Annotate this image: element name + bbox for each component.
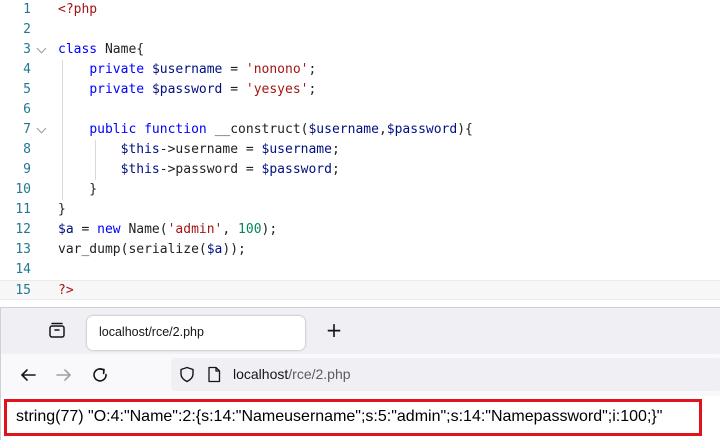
code-line[interactable]: 7 public function __construct($username,… bbox=[0, 120, 720, 140]
code-text: } bbox=[58, 202, 66, 217]
line-number: 2 bbox=[23, 22, 31, 37]
code-line[interactable]: 10 } bbox=[0, 180, 720, 200]
url-path: /rce/2.php bbox=[288, 366, 351, 382]
back-arrow-icon bbox=[21, 369, 36, 381]
tab-bar: localhost/rce/2.php + bbox=[1, 308, 720, 354]
var-dump-output: string(77) "O:4:"Name":2:{s:14:"Nameuser… bbox=[16, 408, 663, 425]
browser-window: localhost/rce/2.php + localhost/rce/2.ph… bbox=[0, 307, 720, 441]
code-line[interactable]: 4 private $username = 'nonono'; bbox=[0, 60, 720, 80]
code-line[interactable]: 14 bbox=[0, 260, 720, 280]
line-number: 4 bbox=[23, 62, 31, 77]
line-number: 8 bbox=[23, 142, 31, 157]
fold-chevron-icon[interactable] bbox=[36, 123, 47, 134]
line-number: 1 bbox=[23, 2, 31, 17]
forward-arrow-icon bbox=[56, 369, 71, 381]
code-text: $a = new Name('admin', 100); bbox=[58, 222, 278, 237]
line-number: 13 bbox=[15, 242, 31, 257]
line-number: 7 bbox=[23, 122, 31, 137]
url-host: localhost bbox=[233, 366, 289, 382]
reload-icon bbox=[93, 368, 107, 382]
code-line[interactable]: 1 <?php bbox=[0, 0, 720, 20]
code-line[interactable]: 5 private $password = 'yesyes'; bbox=[0, 80, 720, 100]
back-button[interactable] bbox=[15, 362, 41, 388]
code-editor[interactable]: 1 <?php 2 3 class Name{ 4 private $username =… bbox=[0, 0, 720, 301]
indent-guide bbox=[62, 60, 63, 200]
tab-active[interactable]: localhost/rce/2.php bbox=[87, 316, 305, 350]
code-text: private $username = 'nonono'; bbox=[89, 62, 317, 77]
code-text: } bbox=[58, 182, 98, 197]
indent-guide bbox=[95, 140, 96, 180]
code-text: <?php bbox=[58, 2, 98, 17]
code-text: public function __construct($username,$p… bbox=[89, 122, 473, 137]
code-text: $this->password = $password; bbox=[120, 162, 340, 177]
code-line[interactable]: 6 bbox=[0, 100, 720, 120]
tracking-protection-shield-icon[interactable] bbox=[179, 366, 195, 387]
url-text: localhost/rce/2.php bbox=[233, 366, 351, 382]
output-highlight-box: string(77) "O:4:"Name":2:{s:14:"Nameuser… bbox=[4, 399, 702, 436]
page-content: string(77) "O:4:"Name":2:{s:14:"Nameuser… bbox=[1, 396, 720, 441]
code-text: ?> bbox=[58, 283, 74, 298]
code-text: var_dump(serialize($a)); bbox=[58, 242, 246, 257]
line-number: 12 bbox=[15, 222, 31, 237]
line-number: 9 bbox=[23, 162, 31, 177]
code-line[interactable]: 9 $this->password = $password; bbox=[0, 160, 720, 180]
new-tab-button[interactable]: + bbox=[321, 317, 347, 343]
code-line[interactable]: 11} bbox=[0, 200, 720, 220]
fold-chevron-icon[interactable] bbox=[36, 43, 47, 54]
line-number: 15 bbox=[15, 283, 31, 298]
code-text: $this->username = $username; bbox=[120, 142, 340, 157]
address-bar[interactable]: localhost/rce/2.php bbox=[171, 358, 720, 391]
code-line[interactable]: 2 bbox=[0, 20, 720, 40]
reload-button[interactable] bbox=[87, 362, 113, 388]
line-number: 14 bbox=[15, 262, 31, 277]
code-text: private $password = 'yesyes'; bbox=[89, 82, 317, 97]
line-number: 11 bbox=[15, 202, 31, 217]
tab-title: localhost/rce/2.php bbox=[99, 325, 204, 339]
code-line[interactable]: 13 var_dump(serialize($a)); bbox=[0, 240, 720, 260]
code-line[interactable]: 3 class Name{ bbox=[0, 40, 720, 60]
line-number: 10 bbox=[15, 182, 31, 197]
forward-button[interactable] bbox=[51, 362, 77, 388]
page-info-icon[interactable] bbox=[207, 366, 221, 387]
line-number: 6 bbox=[23, 102, 31, 117]
tab-list-icon[interactable] bbox=[47, 321, 67, 339]
code-text: class Name{ bbox=[58, 42, 145, 57]
code-line[interactable]: 8 $this->username = $username; bbox=[0, 140, 720, 160]
navigation-bar: localhost/rce/2.php bbox=[1, 354, 720, 397]
code-line[interactable]: 12 $a = new Name('admin', 100); bbox=[0, 220, 720, 240]
code-line[interactable]: 15 ?> bbox=[0, 280, 720, 300]
line-number: 5 bbox=[23, 82, 31, 97]
line-number: 3 bbox=[23, 42, 31, 57]
